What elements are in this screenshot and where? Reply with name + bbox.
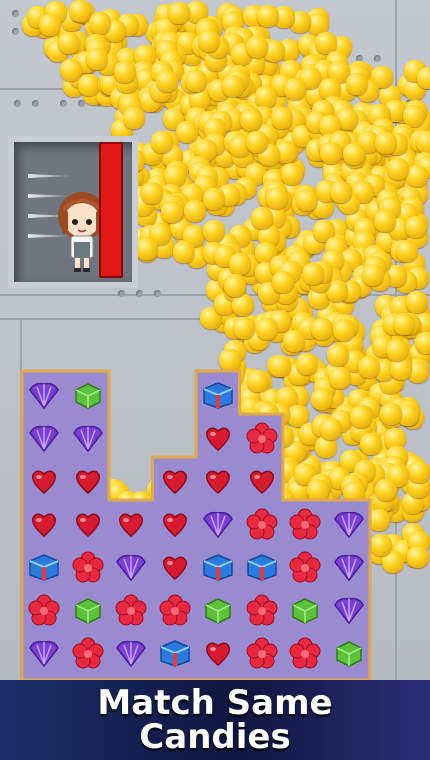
green-cube-candy-icon[interactable] xyxy=(286,591,324,629)
shell-purple-candy-icon[interactable] xyxy=(112,548,150,586)
shell-purple-candy-icon[interactable] xyxy=(69,419,107,457)
green-cube-candy-icon[interactable] xyxy=(199,591,237,629)
shell-purple-candy-icon[interactable] xyxy=(199,505,237,543)
flower-red-candy-icon[interactable] xyxy=(156,591,194,629)
heart-red-candy-icon[interactable] xyxy=(25,505,63,543)
flower-red-candy-icon[interactable] xyxy=(243,419,281,457)
promo-banner: Match Same Candies xyxy=(0,680,430,760)
shell-purple-candy-icon[interactable] xyxy=(330,548,368,586)
banner-title-line2: Candies xyxy=(139,717,291,757)
blue-box-candy-icon[interactable] xyxy=(199,376,237,414)
shell-purple-candy-icon[interactable] xyxy=(112,634,150,672)
banner-title-line1: Match Same xyxy=(97,683,333,723)
flower-red-candy-icon[interactable] xyxy=(286,634,324,672)
game-scene xyxy=(0,0,430,680)
flower-red-candy-icon[interactable] xyxy=(286,505,324,543)
flower-red-candy-icon[interactable] xyxy=(243,505,281,543)
flower-red-candy-icon[interactable] xyxy=(69,548,107,586)
green-cube-candy-icon[interactable] xyxy=(69,591,107,629)
blue-box-candy-icon[interactable] xyxy=(156,634,194,672)
heart-red-candy-icon[interactable] xyxy=(199,462,237,500)
shell-purple-candy-icon[interactable] xyxy=(25,634,63,672)
flower-red-candy-icon[interactable] xyxy=(243,634,281,672)
shell-purple-candy-icon[interactable] xyxy=(330,505,368,543)
flower-red-candy-icon[interactable] xyxy=(25,591,63,629)
heart-red-candy-icon[interactable] xyxy=(156,548,194,586)
flower-red-candy-icon[interactable] xyxy=(69,634,107,672)
green-cube-candy-icon[interactable] xyxy=(69,376,107,414)
heart-red-candy-icon[interactable] xyxy=(243,462,281,500)
shell-purple-candy-icon[interactable] xyxy=(25,376,63,414)
green-cube-candy-icon[interactable] xyxy=(330,634,368,672)
blue-box-candy-icon[interactable] xyxy=(199,548,237,586)
heart-red-candy-icon[interactable] xyxy=(25,462,63,500)
flower-red-candy-icon[interactable] xyxy=(112,591,150,629)
blue-box-candy-icon[interactable] xyxy=(25,548,63,586)
flower-red-candy-icon[interactable] xyxy=(286,548,324,586)
heart-red-candy-icon[interactable] xyxy=(156,462,194,500)
heart-red-candy-icon[interactable] xyxy=(112,505,150,543)
flower-red-candy-icon[interactable] xyxy=(243,591,281,629)
blue-box-candy-icon[interactable] xyxy=(243,548,281,586)
heart-red-candy-icon[interactable] xyxy=(199,634,237,672)
shell-purple-candy-icon[interactable] xyxy=(25,419,63,457)
shell-purple-candy-icon[interactable] xyxy=(330,591,368,629)
heart-red-candy-icon[interactable] xyxy=(69,462,107,500)
heart-red-candy-icon[interactable] xyxy=(69,505,107,543)
heart-red-candy-icon[interactable] xyxy=(199,419,237,457)
heart-red-candy-icon[interactable] xyxy=(156,505,194,543)
